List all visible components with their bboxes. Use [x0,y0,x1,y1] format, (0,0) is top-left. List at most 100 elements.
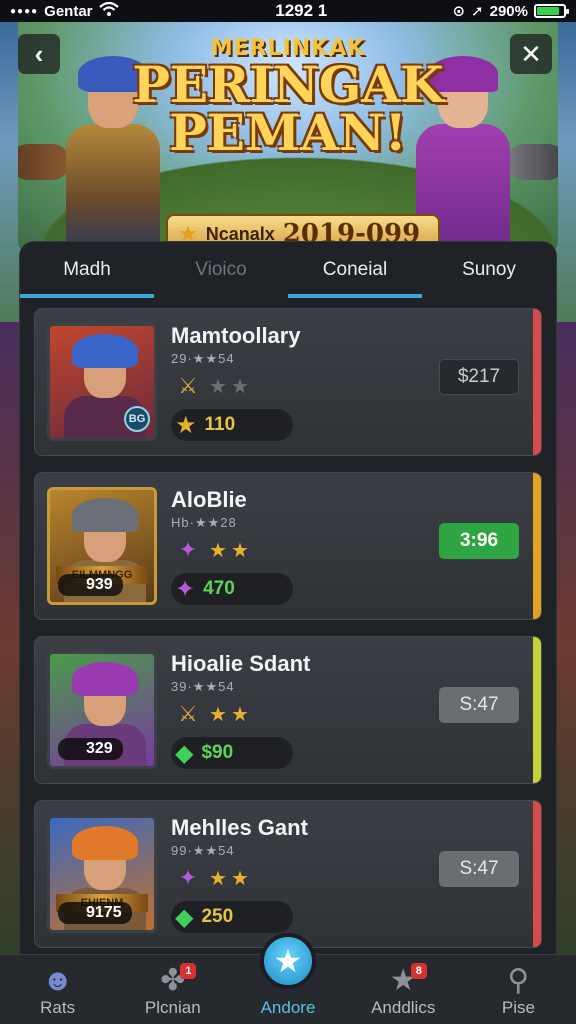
list-item[interactable]: 329 Hioalie Sdant 39·★★54 ⚔ ★ ★ ◆ $90 S:… [34,636,542,784]
nav-label: Pise [501,998,535,1017]
rating-row: ✦ ★ ★ [171,535,249,565]
tab-sunoy[interactable]: Sunoy [422,242,556,298]
tab-coneial[interactable]: Coneial [288,242,422,298]
level-label: 939 [58,574,123,596]
nav-label: Andore [260,998,316,1017]
gem-icon: ◆ [175,739,194,767]
status-right: ⊙ ➚ 290% [452,2,569,20]
banner-title: MERLINKAK PERINGAK PEMAN! [18,36,558,162]
star-icon: ★ [230,539,249,562]
swords-icon: ⚔ [178,373,198,398]
battery-icon [534,4,569,18]
card-accent-bar [533,637,541,783]
price-button[interactable]: 3:96 [439,523,519,559]
avatar: BG [47,323,157,441]
nav-item-plcnian[interactable]: ✤ 1 Plcnian [115,955,230,1024]
tab-underline [288,294,422,298]
tab-label: Madh [63,259,111,280]
gem-icon: ✦ [175,575,196,603]
search-icon: ⚲ [507,964,530,997]
rating-row: ✦ ★ ★ [171,863,249,893]
player-subtitle: 29·★★54 [171,351,235,366]
close-button[interactable]: ✕ [510,34,552,74]
price-button[interactable]: $217 [439,359,519,395]
ranking-panel: Madh Vioico Coneial Sunoy BG Mamtoollary… [20,242,556,954]
rating-row: ⚔ ★ ★ [171,699,249,729]
score-value: 250 [201,906,234,927]
star-icon: ★ [209,703,227,726]
tab-madh[interactable]: Madh [20,242,154,298]
score-value: 470 [203,578,235,599]
score-pill: ★ 110 [171,409,293,441]
notification-badge: 1 [180,963,197,979]
location-icon: ➚ [471,3,484,20]
tab-bar: Madh Vioico Coneial Sunoy [20,242,556,298]
swords-icon: ⚔ [178,701,198,726]
score-value: 110 [204,414,236,435]
battery-percent: 290% [489,2,528,20]
score-pill: ◆ $90 [171,737,293,769]
card-accent-bar [533,473,541,619]
avatar: 329 [47,651,157,769]
card-accent-bar [533,801,541,947]
tab-vioico[interactable]: Vioico [154,242,288,298]
star-icon: ★ [209,539,227,562]
tab-label: Sunoy [462,259,516,280]
hero-icon: ☻ [41,964,74,997]
level-label: 329 [58,738,123,760]
nav-label: Rats [40,998,76,1017]
close-icon: ✕ [520,38,542,69]
player-subtitle: Hb·★★28 [171,515,237,530]
star-icon: ★ [230,703,249,726]
list-item[interactable]: EILMMNGG 939 AloBlie Hb·★★28 ✦ ★ ★ ✦ 470… [34,472,542,620]
star-icon: ★ [209,375,227,398]
star-icon: ★ [260,933,316,989]
player-name: Mehlles Gant [171,815,308,840]
nav-item-andore[interactable]: ★ Andore [230,933,345,1024]
tab-label: Vioico [195,259,247,280]
score-value: $90 [201,742,234,763]
rating-row: ⚔ ★ ★ [171,371,249,401]
player-name: Mamtoollary [171,323,301,348]
notification-badge: 8 [410,963,427,979]
gem-icon: ✦ [178,865,198,890]
player-subtitle: 99·★★54 [171,843,235,858]
gem-icon: ✦ [178,537,198,562]
status-bar: ●●●● Gentar 1292 1 ⊙ ➚ 290% [0,0,576,22]
list-item[interactable]: EHIENM 9175 Mehlles Gant 99·★★54 ✦ ★ ★ ◆… [34,800,542,948]
nav-item-rats[interactable]: ☻ Rats [0,955,115,1024]
star-icon: ★ [230,867,249,890]
list-item[interactable]: BG Mamtoollary 29·★★54 ⚔ ★ ★ ★ 110 $217 [34,308,542,456]
price-button[interactable]: S:47 [439,851,519,887]
avatar: EILMMNGG 939 [47,487,157,605]
player-name: Hioalie Sdant [171,651,311,676]
back-button[interactable]: ‹ [18,34,60,74]
price-button[interactable]: S:47 [439,687,519,723]
level-label: 9175 [58,902,132,924]
event-banner: MERLINKAK PERINGAK PEMAN! ★ Ncanalx 2019… [18,22,558,252]
nav-label: Plcnian [144,998,201,1017]
rank-badge: BG [124,406,150,432]
card-accent-bar [533,309,541,455]
alarm-icon: ⊙ [452,3,466,20]
wifi-icon [98,1,119,20]
carrier-name: Gentar [44,2,93,20]
gem-icon: ◆ [175,903,194,931]
avatar: EHIENM 9175 [47,815,157,933]
star-icon: ★ [209,867,227,890]
signal-icon: ●●●● [10,5,39,17]
status-time: 1292 1 [275,1,328,20]
banner-title-big: PERINGAK PEMAN! [132,55,444,162]
star-icon: ★ [230,375,249,398]
player-subtitle: 39·★★54 [171,679,235,694]
tab-label: Coneial [322,259,388,280]
nav-label: Anddlics [371,998,436,1017]
bottom-nav: ☻ Rats ✤ 1 Plcnian ★ Andore ★ 8 Anddlics… [0,933,576,1024]
nav-item-anddlics[interactable]: ★ 8 Anddlics [346,955,461,1024]
tab-underline [20,294,154,298]
chevron-left-icon: ‹ [34,38,44,69]
star-icon: ★ [175,411,197,439]
nav-item-pise[interactable]: ⚲ Pise [461,955,576,1024]
score-pill: ✦ 470 [171,573,293,605]
score-pill: ◆ 250 [171,901,293,933]
